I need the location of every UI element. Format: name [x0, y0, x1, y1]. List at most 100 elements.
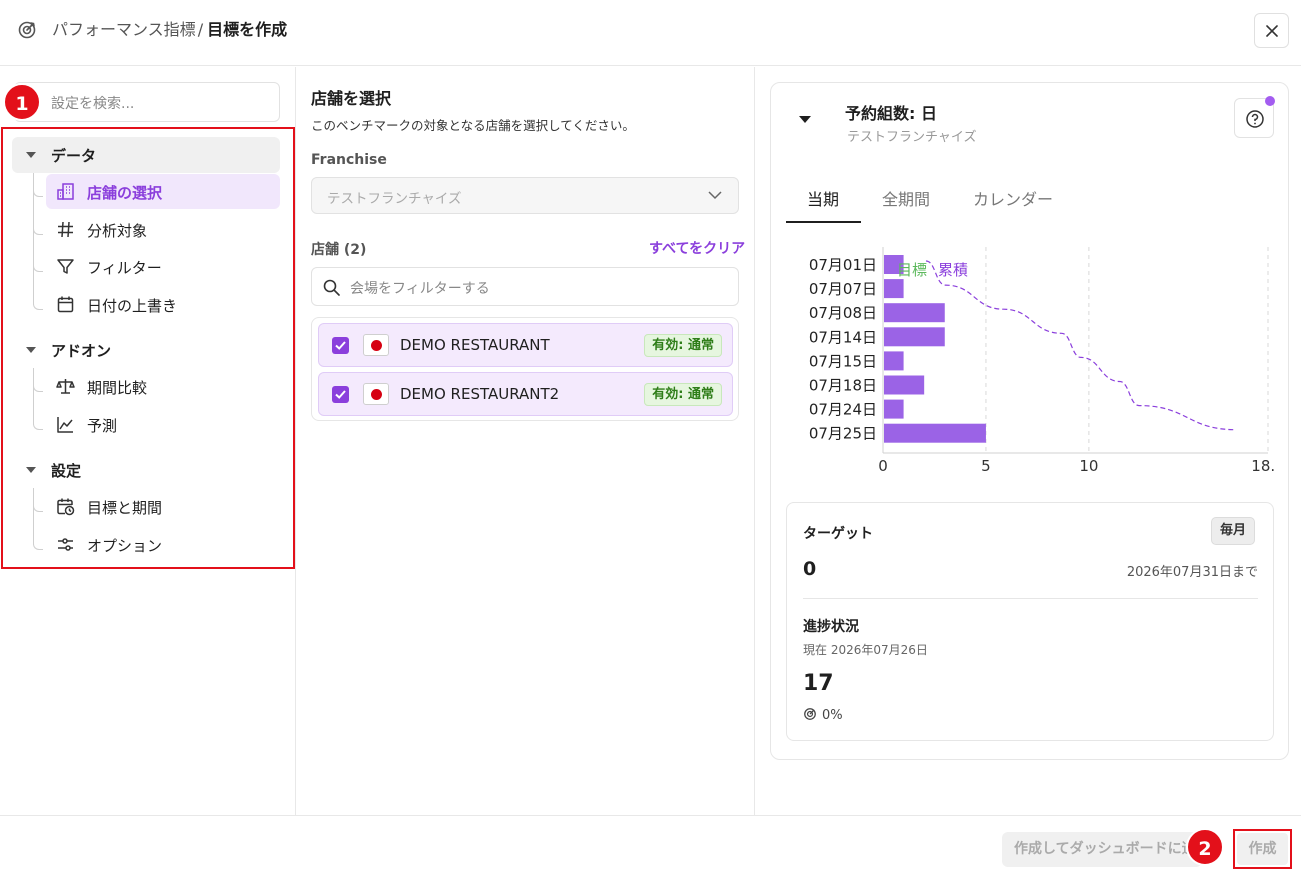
caret-down-icon	[26, 347, 36, 353]
tree-elbow	[33, 420, 43, 430]
tree-line	[33, 488, 34, 540]
chevron-down-icon	[708, 191, 722, 200]
x-tick-label: 10	[1079, 457, 1098, 475]
japan-flag-icon	[363, 383, 389, 405]
bar	[884, 375, 925, 395]
tree-elbow	[33, 540, 43, 550]
store-checkbox[interactable]	[332, 386, 349, 403]
search-icon	[323, 279, 340, 296]
y-tick-label: 07月08日	[809, 304, 877, 322]
breadcrumb-parent[interactable]: パフォーマンス指標	[52, 20, 196, 39]
settings-search-input[interactable]: 設定を検索...	[14, 82, 280, 122]
section-subtitle: このベンチマークの対象となる店舗を選択してください。	[311, 118, 635, 133]
hash-icon	[56, 220, 75, 239]
sidebar-item-label: 予測	[87, 417, 118, 435]
clear-all-link[interactable]: すべてをクリア	[649, 238, 745, 258]
caret-down-icon	[26, 467, 36, 473]
list-item[interactable]: DEMO RESTAURANT2 有効: 通常	[318, 372, 733, 416]
group-settings[interactable]: 設定	[12, 452, 280, 488]
header: パフォーマンス指標 / 目標を作成	[0, 0, 1301, 66]
group-label: 設定	[51, 462, 82, 480]
preview-panel: 予約組数: 日 テストフランチャイズ 当期 全期間 カレンダー 0 5 10 18.7…	[755, 67, 1301, 815]
progress-value: 17	[803, 671, 834, 696]
caret-down-icon	[26, 152, 36, 158]
tree-elbow	[33, 382, 43, 392]
sidebar-item-date-override[interactable]: 日付の上書き	[46, 287, 280, 322]
create-button[interactable]: 作成	[1237, 833, 1288, 865]
sidebar-item-label: 目標と期間	[87, 499, 163, 517]
bar	[884, 423, 986, 443]
y-tick-label: 07月07日	[809, 280, 877, 298]
japan-flag-icon	[363, 334, 389, 356]
sidebar-item-options[interactable]: オプション	[46, 527, 280, 562]
x-tick-label: 5	[981, 457, 991, 475]
annotation-badge-1: 1	[3, 83, 41, 121]
franchise-value: テストフランチャイズ	[327, 191, 462, 207]
store-select-panel: 店舗を選択 このベンチマークの対象となる店舗を選択してください。 Franchi…	[296, 67, 755, 815]
check-icon	[335, 390, 346, 399]
target-icon	[804, 708, 816, 720]
tree-elbow	[33, 225, 43, 235]
y-tick-label: 07月14日	[809, 328, 877, 346]
store-name: DEMO RESTAURANT2	[400, 385, 560, 403]
building-icon	[56, 182, 75, 201]
breadcrumb: パフォーマンス指標 / 目標を作成	[52, 19, 287, 41]
x-tick-label: 18.7	[1251, 457, 1276, 475]
sidebar-item-label: フィルター	[87, 259, 162, 277]
caret-down-icon[interactable]	[799, 116, 811, 123]
venue-filter-input[interactable]: 会場をフィルターする	[311, 267, 739, 306]
progress-percent: 0%	[803, 707, 843, 723]
sidebar-item-analysis-target[interactable]: 分析対象	[46, 212, 280, 247]
target-value: 0	[803, 558, 817, 580]
progress-date: 現在 2026年07月26日	[803, 643, 928, 657]
status-badge: 有効: 通常	[644, 383, 722, 406]
tab-current[interactable]: 当期	[807, 186, 839, 210]
create-and-add-to-dashboard-button[interactable]: 作成してダッシュボードに追加	[1002, 832, 1202, 867]
close-button[interactable]	[1254, 13, 1289, 48]
stores-count-label: 店舗 (2)	[311, 242, 367, 258]
x-tick-label: 0	[878, 457, 888, 475]
y-tick-label: 07月25日	[809, 425, 877, 443]
preview-card: 予約組数: 日 テストフランチャイズ 当期 全期間 カレンダー 0 5 10 18.7…	[770, 82, 1289, 760]
filter-placeholder: 会場をフィルターする	[350, 281, 490, 297]
sidebar-item-label: 期間比較	[87, 379, 148, 397]
y-tick-label: 07月24日	[809, 401, 877, 419]
franchise-select[interactable]: テストフランチャイズ	[311, 177, 739, 214]
status-badge: 有効: 通常	[644, 334, 722, 357]
group-data[interactable]: データ	[12, 137, 280, 173]
legend-cumulative: 累積	[938, 261, 968, 279]
store-name: DEMO RESTAURANT	[400, 336, 550, 354]
sidebar-item-label: オプション	[87, 537, 163, 555]
sidebar-item-goal-period[interactable]: 目標と期間	[46, 489, 280, 524]
list-item[interactable]: DEMO RESTAURANT 有効: 通常	[318, 323, 733, 367]
group-addons[interactable]: アドオン	[12, 332, 280, 368]
franchise-label: Franchise	[311, 152, 387, 168]
active-tab-indicator	[786, 221, 861, 223]
tree-elbow	[33, 187, 43, 197]
page-title: 目標を作成	[207, 20, 288, 39]
metric-subtitle: テストフランチャイズ	[847, 130, 977, 145]
y-tick-label: 07月01日	[809, 256, 877, 274]
sidebar-item-period-compare[interactable]: 期間比較	[46, 369, 280, 404]
tab-all-period[interactable]: 全期間	[882, 186, 930, 210]
target-label: ターゲット	[803, 526, 873, 542]
annotation-badge-2: 2	[1186, 828, 1224, 866]
footer: 作成してダッシュボードに追加 2 作成	[0, 815, 1301, 881]
sliders-icon	[56, 535, 75, 554]
store-checkbox[interactable]	[332, 337, 349, 354]
tab-calendar[interactable]: カレンダー	[973, 186, 1053, 210]
cumulative-line	[925, 260, 1237, 431]
tree-line	[33, 368, 34, 420]
group-label: アドオン	[51, 342, 112, 360]
check-icon	[335, 341, 346, 350]
group-label: データ	[51, 147, 97, 165]
sidebar-item-store-select[interactable]: 店舗の選択	[46, 174, 280, 209]
bar	[884, 303, 945, 323]
metric-title: 予約組数: 日	[845, 104, 937, 123]
sidebar-item-forecast[interactable]: 予測	[46, 407, 280, 442]
divider	[803, 598, 1258, 599]
sidebar-item-filter[interactable]: フィルター	[46, 249, 280, 284]
target-icon	[17, 20, 37, 40]
progress-label: 進捗状況	[803, 619, 859, 635]
period-badge: 毎月	[1211, 517, 1256, 545]
